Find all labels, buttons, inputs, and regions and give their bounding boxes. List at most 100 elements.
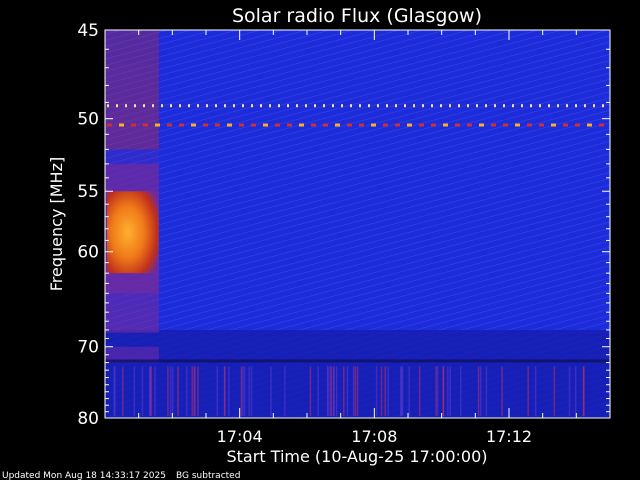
streak <box>171 366 174 416</box>
rfi-dot <box>314 104 316 108</box>
rfi-dot <box>179 104 181 108</box>
rfi-dot <box>503 123 508 127</box>
chart-svg: 45 50 55 60 70 80 17:04 17:08 17:12 Solar radio… <box>2 5 611 480</box>
streak <box>553 366 556 416</box>
rfi-dot <box>515 123 520 127</box>
rfi-dot <box>413 104 415 108</box>
rfi-dot <box>269 104 271 108</box>
rfi-dot <box>227 123 232 127</box>
streak <box>335 366 338 416</box>
y-tick-label: 80 <box>77 409 99 429</box>
rfi-dot <box>539 104 541 108</box>
rfi-dot <box>386 104 388 108</box>
streak <box>447 366 449 416</box>
rfi-dot <box>359 104 361 108</box>
streak <box>477 366 480 416</box>
rfi-dot <box>167 123 172 127</box>
background-note: BG subtracted <box>176 471 240 480</box>
rfi-dot <box>206 104 208 108</box>
y-axis-label: Frequency [MHz] <box>47 157 66 291</box>
streak <box>243 366 246 416</box>
streak <box>114 366 116 416</box>
rfi-dot <box>188 104 190 108</box>
rfi-dot <box>377 104 379 108</box>
rfi-dot <box>395 123 400 127</box>
rfi-dot <box>422 104 424 108</box>
rfi-dot <box>359 123 364 127</box>
rfi-dot <box>431 104 433 108</box>
rfi-dot <box>371 123 376 127</box>
streak <box>228 366 230 416</box>
streak <box>346 366 349 416</box>
rfi-dot <box>191 123 196 127</box>
rfi-dot <box>260 104 262 108</box>
streak <box>460 366 462 416</box>
rfi-dot <box>575 104 577 108</box>
rfi-dot <box>119 123 124 127</box>
rfi-dot <box>170 104 172 108</box>
rfi-dot <box>602 104 604 108</box>
streak <box>177 366 179 416</box>
rfi-dot <box>215 123 220 127</box>
rfi-dot <box>557 104 559 108</box>
streak <box>527 366 529 416</box>
rfi-dot <box>161 104 163 108</box>
rfi-dot <box>287 123 292 127</box>
streak <box>224 366 226 416</box>
streak <box>375 366 378 416</box>
streak <box>327 366 329 416</box>
rfi-dot <box>323 104 325 108</box>
rfi-dot <box>503 104 505 108</box>
streak <box>568 366 571 416</box>
spectrogram <box>105 30 610 418</box>
rfi-dot <box>383 123 388 127</box>
rfi-dot <box>323 123 328 127</box>
rfi-dot <box>116 104 118 108</box>
dark-band <box>105 359 610 363</box>
streak <box>169 366 172 416</box>
rfi-dot <box>251 104 253 108</box>
streak <box>384 366 386 416</box>
streak <box>270 366 272 416</box>
rfi-dot <box>479 123 484 127</box>
streak <box>197 366 199 416</box>
rfi-dot <box>263 123 268 127</box>
streak <box>408 366 410 416</box>
y-tick-label: 55 <box>77 182 99 202</box>
rfi-dot <box>278 104 280 108</box>
rfi-dot <box>179 123 184 127</box>
rfi-dot <box>341 104 343 108</box>
x-axis-label: Start Time (10-Aug-25 17:00:00) <box>227 447 488 466</box>
rfi-dot <box>587 123 592 127</box>
y-tick-label: 70 <box>77 338 99 358</box>
rfi-dot <box>335 123 340 127</box>
burst-upper-glow <box>105 30 159 150</box>
rfi-dot <box>404 104 406 108</box>
rfi-dot <box>443 123 448 127</box>
streak <box>248 366 250 416</box>
rfi-dot <box>305 104 307 108</box>
rfi-dot <box>143 123 148 127</box>
streak <box>167 366 169 416</box>
streak <box>442 366 445 416</box>
streak <box>122 366 124 416</box>
rfi-dot <box>527 123 532 127</box>
streak <box>154 366 156 416</box>
streak <box>582 366 585 416</box>
rfi-dot <box>485 104 487 108</box>
rfi-dot <box>476 104 478 108</box>
streak <box>435 366 437 416</box>
rfi-dot <box>467 123 472 127</box>
rfi-dot <box>575 123 580 127</box>
streak <box>250 366 253 416</box>
rfi-dot <box>407 123 412 127</box>
rfi-dot <box>239 123 244 127</box>
streak <box>387 366 389 416</box>
rfi-dot <box>134 104 136 108</box>
x-tick-label: 17:04 <box>217 427 263 446</box>
streak <box>418 366 421 416</box>
rfi-dot <box>155 123 160 127</box>
rfi-dot <box>449 104 451 108</box>
rfi-dot <box>455 123 460 127</box>
rfi-dot <box>539 123 544 127</box>
